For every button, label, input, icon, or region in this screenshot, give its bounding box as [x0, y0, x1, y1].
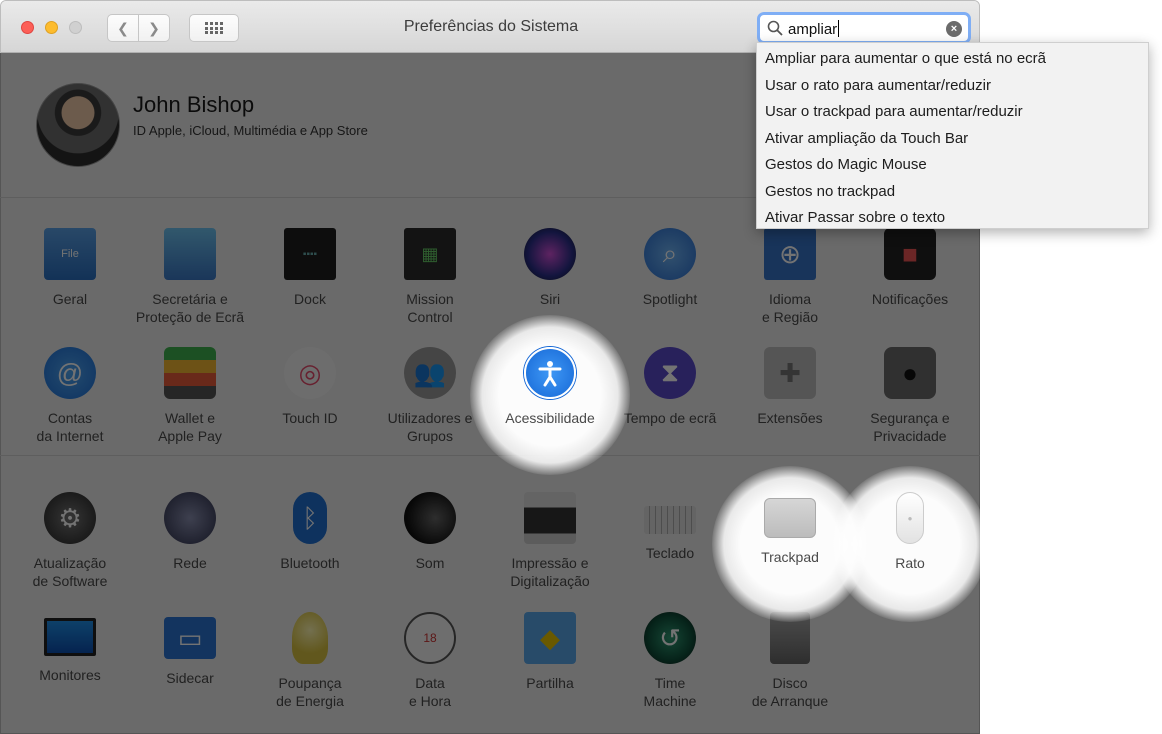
- hourglass-icon: ⧗: [644, 347, 696, 399]
- accessibility-icon: [524, 347, 576, 399]
- pane-bluetooth[interactable]: ᛒ Bluetooth: [250, 492, 370, 572]
- printer-icon: [524, 492, 576, 544]
- gear-icon: ⚙: [44, 492, 96, 544]
- pane-mission-control[interactable]: ▦ Mission Control: [370, 228, 490, 326]
- pane-spotlight[interactable]: ⌕ Spotlight: [610, 228, 730, 308]
- pane-siri[interactable]: Siri: [490, 228, 610, 308]
- pane-desktop-screensaver[interactable]: Secretária e Proteção de Ecrã: [130, 228, 250, 326]
- pane-software-update[interactable]: ⚙ Atualização de Software: [10, 492, 130, 590]
- mission-control-icon: ▦: [404, 228, 456, 280]
- wallet-icon: [164, 347, 216, 399]
- pane-general[interactable]: File Geral: [10, 228, 130, 308]
- pane-sidecar[interactable]: ▭ Sidecar: [130, 612, 250, 687]
- search-result-item[interactable]: Usar o rato para aumentar/reduzir: [757, 73, 1148, 100]
- clock-calendar-icon: 18: [404, 612, 456, 664]
- pane-startup-disk[interactable]: Disco de Arranque: [730, 612, 850, 710]
- pane-time-machine[interactable]: ↺ Time Machine: [610, 612, 730, 710]
- time-machine-icon: ↺: [644, 612, 696, 664]
- display-icon: [44, 618, 96, 656]
- house-lock-icon: ●: [884, 347, 936, 399]
- fingerprint-icon: ◎: [284, 347, 336, 399]
- search-result-item[interactable]: Gestos do Magic Mouse: [757, 152, 1148, 179]
- search-result-item[interactable]: Ampliar para aumentar o que está no ecrã: [757, 46, 1148, 73]
- pane-internet-accounts[interactable]: @ Contas da Internet: [10, 347, 130, 445]
- sharing-folder-icon: ◆: [524, 612, 576, 664]
- sidecar-icon: ▭: [164, 617, 216, 659]
- pane-language-region[interactable]: ⊕ Idioma e Região: [730, 228, 850, 326]
- search-field[interactable]: ampliar ×: [757, 12, 971, 44]
- notifications-icon: ■: [884, 228, 936, 280]
- pane-network[interactable]: Rede: [130, 492, 250, 572]
- bluetooth-icon: ᛒ: [293, 492, 327, 544]
- divider: [0, 455, 980, 456]
- pane-accessibility[interactable]: Acessibilidade: [490, 347, 610, 427]
- network-globe-icon: [164, 492, 216, 544]
- pane-touch-id[interactable]: ◎ Touch ID: [250, 347, 370, 427]
- at-sign-icon: @: [44, 347, 96, 399]
- search-icon: [767, 20, 783, 36]
- pane-energy-saver[interactable]: Poupança de Energia: [250, 612, 370, 710]
- clear-search-icon[interactable]: ×: [946, 21, 962, 37]
- search-result-item[interactable]: Ativar ampliação da Touch Bar: [757, 126, 1148, 153]
- spotlight-icon: ⌕: [644, 228, 696, 280]
- pane-notifications[interactable]: ■ Notificações: [850, 228, 970, 308]
- search-result-item[interactable]: Usar o trackpad para aumentar/reduzir: [757, 99, 1148, 126]
- search-results-menu: Ampliar para aumentar o que está no ecrã…: [756, 42, 1149, 229]
- globe-icon: ⊕: [764, 228, 816, 280]
- avatar[interactable]: [36, 83, 120, 167]
- pane-dock[interactable]: ▪▪▪▪ Dock: [250, 228, 370, 308]
- general-icon: File: [44, 228, 96, 280]
- pane-date-time[interactable]: 18 Data e Hora: [370, 612, 490, 710]
- search-input[interactable]: ampliar: [788, 20, 839, 38]
- pane-extensions[interactable]: ✚ Extensões: [730, 347, 850, 427]
- pane-mouse[interactable]: ● Rato: [850, 492, 970, 572]
- lightbulb-icon: [292, 612, 328, 664]
- pane-trackpad[interactable]: Trackpad: [730, 492, 850, 566]
- users-icon: 👥: [404, 347, 456, 399]
- pane-displays[interactable]: Monitores: [10, 612, 130, 684]
- pane-wallet-apple-pay[interactable]: Wallet e Apple Pay: [130, 347, 250, 445]
- pane-security-privacy[interactable]: ● Segurança e Privacidade: [850, 347, 970, 445]
- speaker-icon: [404, 492, 456, 544]
- search-result-item[interactable]: Gestos no trackpad: [757, 179, 1148, 206]
- desktop-icon: [164, 228, 216, 280]
- search-result-item[interactable]: Ativar Passar sobre o texto: [757, 205, 1148, 232]
- trackpad-icon: [764, 498, 816, 538]
- pane-sharing[interactable]: ◆ Partilha: [490, 612, 610, 692]
- puzzle-icon: ✚: [764, 347, 816, 399]
- pane-sound[interactable]: Som: [370, 492, 490, 572]
- keyboard-icon: [644, 506, 696, 534]
- mouse-icon: ●: [896, 492, 924, 544]
- pane-printers-scanners[interactable]: Impressão e Digitalização: [490, 492, 610, 590]
- account-name[interactable]: John Bishop: [133, 92, 254, 118]
- dock-icon: ▪▪▪▪: [284, 228, 336, 280]
- siri-icon: [524, 228, 576, 280]
- account-subtitle: ID Apple, iCloud, Multimédia e App Store: [133, 123, 368, 138]
